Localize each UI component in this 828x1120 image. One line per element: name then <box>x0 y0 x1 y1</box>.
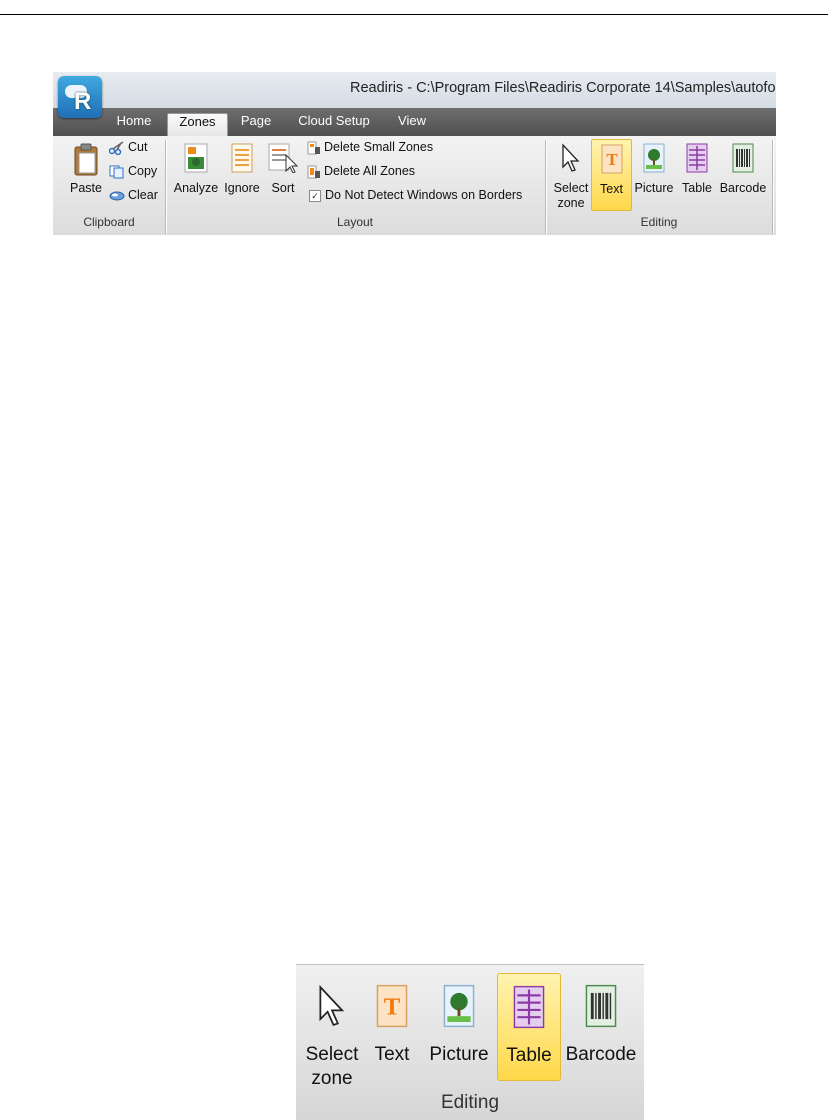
editing-group-label: Editing <box>640 215 678 229</box>
clipboard-group-label: Clipboard <box>83 215 135 229</box>
checkbox-checked-icon[interactable]: ✓ <box>309 189 321 202</box>
paste-icon <box>74 143 98 176</box>
clear-label: Clear <box>128 188 158 202</box>
table-zone-label: Table <box>682 181 712 195</box>
picture-zone-button[interactable]: Picture <box>632 139 676 211</box>
copy-button[interactable]: Copy <box>109 164 157 184</box>
text-zone-icon: T <box>376 984 408 1028</box>
tab-zones[interactable]: Zones <box>167 113 228 137</box>
delete-small-zones-label: Delete Small Zones <box>324 140 434 154</box>
table-zone-label: Table <box>506 1045 552 1066</box>
sort-label: Sort <box>271 181 295 195</box>
select-zone-label: Select zone <box>553 181 589 210</box>
barcode-zone-icon <box>585 984 617 1028</box>
barcode-zone-label: Barcode <box>565 1044 637 1065</box>
analyze-label: Analyze <box>173 181 219 195</box>
analyze-button[interactable]: Analyze <box>171 139 221 211</box>
tab-view[interactable]: View <box>387 113 437 135</box>
paste-button[interactable]: Paste <box>65 139 107 211</box>
picture-zone-label: Picture <box>634 181 674 195</box>
cut-button[interactable]: Cut <box>108 140 148 160</box>
delete-all-zones-label: Delete All Zones <box>324 164 416 178</box>
table-zone-button[interactable]: Table <box>497 973 561 1081</box>
editing-group-zoom-screenshot: Select zone T Text Picture Table Barcode… <box>296 964 644 1120</box>
delete-small-zones-button[interactable]: Delete Small Zones <box>307 140 433 160</box>
analyze-icon <box>184 143 208 173</box>
table-zone-button[interactable]: Table <box>678 139 716 211</box>
ignore-label: Ignore <box>224 181 260 195</box>
copy-label: Copy <box>128 164 158 178</box>
ribbon-screenshot: Readiris - C:\Program Files\Readiris Cor… <box>53 72 776 235</box>
picture-zone-icon <box>643 143 665 173</box>
cut-label: Cut <box>128 140 148 154</box>
tab-cloud-setup[interactable]: Cloud Setup <box>289 113 379 135</box>
paste-label: Paste <box>70 181 102 195</box>
ribbon-tabbar: Home Zones Page Cloud Setup View <box>53 108 776 137</box>
barcode-zone-button[interactable]: Barcode <box>716 139 770 211</box>
barcode-zone-label: Barcode <box>719 181 767 195</box>
group-separator <box>772 140 773 234</box>
pointer-arrow-icon <box>562 143 580 172</box>
editing-group-label: Editing <box>440 1092 500 1113</box>
svg-text:T: T <box>384 994 401 1021</box>
title-bar: Readiris - C:\Program Files\Readiris Cor… <box>53 72 776 108</box>
svg-text:T: T <box>606 150 618 169</box>
tab-home[interactable]: Home <box>107 113 161 135</box>
picture-zone-icon <box>443 984 475 1028</box>
text-zone-button[interactable]: T Text <box>591 139 632 211</box>
layout-group-label: Layout <box>336 215 374 229</box>
clear-button[interactable]: Clear <box>109 188 158 208</box>
ignore-button[interactable]: Ignore <box>221 139 263 211</box>
do-not-detect-label: Do Not Detect Windows on Borders <box>325 188 523 202</box>
page-header-rule <box>0 14 828 15</box>
text-zone-button[interactable]: T Text <box>366 973 418 1083</box>
picture-zone-button[interactable]: Picture <box>424 973 494 1083</box>
delete-all-zones-icon <box>307 165 320 179</box>
select-zone-button[interactable]: Select zone <box>300 973 364 1089</box>
select-zone-label: Select zone <box>305 1044 359 1089</box>
text-zone-icon: T <box>601 144 622 174</box>
picture-zone-label: Picture <box>429 1044 489 1065</box>
tab-page[interactable]: Page <box>231 113 281 135</box>
table-zone-icon <box>513 985 545 1029</box>
eraser-icon <box>109 191 125 201</box>
ribbon-body: Paste Cut Copy Clear Clipboard Analyze I… <box>53 136 776 235</box>
pointer-arrow-icon <box>319 984 345 1026</box>
do-not-detect-windows-checkbox[interactable]: ✓ Do Not Detect Windows on Borders <box>309 188 522 208</box>
ignore-icon <box>231 143 253 173</box>
copy-icon <box>109 165 124 179</box>
select-zone-button[interactable]: Select zone <box>551 139 591 211</box>
readiris-logo-icon[interactable]: R <box>58 76 102 118</box>
window-title: Readiris - C:\Program Files\Readiris Cor… <box>350 80 776 96</box>
text-zone-label: Text <box>374 1044 410 1065</box>
delete-all-zones-button[interactable]: Delete All Zones <box>307 164 415 184</box>
barcode-zone-icon <box>732 143 754 173</box>
scissors-icon <box>108 141 124 155</box>
delete-small-zones-icon <box>307 141 320 155</box>
sort-icon <box>268 143 298 173</box>
text-zone-label: Text <box>600 182 623 196</box>
barcode-zone-button[interactable]: Barcode <box>561 973 641 1083</box>
table-zone-icon <box>686 143 708 173</box>
sort-button[interactable]: Sort <box>265 139 301 211</box>
